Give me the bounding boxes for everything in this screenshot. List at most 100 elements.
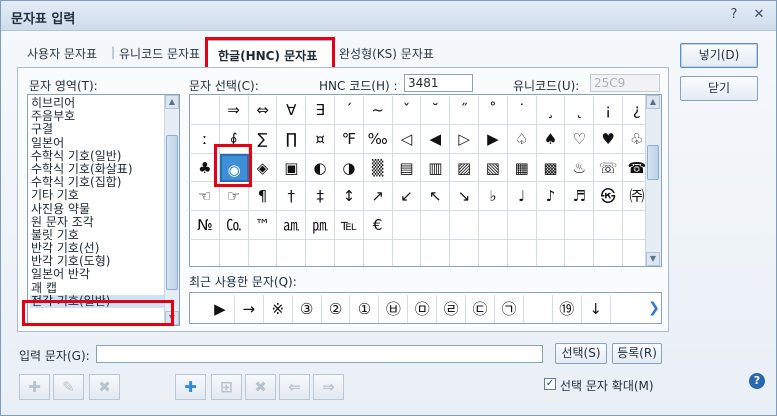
- scroll-up-icon[interactable]: ▲: [165, 95, 179, 109]
- symbol-cell[interactable]: ∃: [306, 96, 335, 125]
- symbol-cell[interactable]: [479, 211, 508, 240]
- recent-char-cell[interactable]: ①: [351, 295, 380, 323]
- symbol-cell[interactable]: ♠: [536, 124, 566, 154]
- scroll-down-icon[interactable]: ▼: [646, 252, 660, 266]
- area-list-scrollbar[interactable]: ▲ ▼: [164, 95, 179, 325]
- symbol-cell[interactable]: [565, 211, 595, 240]
- close-icon[interactable]: ✕: [751, 7, 767, 23]
- area-list-item[interactable]: 일본어 반각: [30, 268, 164, 281]
- tab-unicode-charmap[interactable]: 유니코드 문자표: [119, 45, 200, 62]
- symbol-cell[interactable]: ∀: [277, 96, 307, 125]
- symbol-cell[interactable]: ◈: [248, 153, 278, 183]
- symbol-cell[interactable]: ↙: [392, 182, 422, 212]
- insert-button[interactable]: 넣기(D): [680, 43, 758, 68]
- symbol-cell[interactable]: [507, 211, 537, 240]
- recent-char-cell[interactable]: ▶: [206, 295, 235, 323]
- symbol-cell[interactable]: [306, 240, 335, 266]
- symbol-cell[interactable]: ˙: [507, 96, 537, 125]
- scroll-thumb[interactable]: [166, 135, 178, 290]
- recent-char-cell[interactable]: ②: [322, 295, 351, 323]
- symbol-cell[interactable]: ♥: [594, 124, 623, 154]
- symbol-cell[interactable]: [421, 211, 451, 240]
- expand-checkbox[interactable]: ✓: [544, 378, 556, 390]
- symbol-cell[interactable]: ㏇: [219, 211, 249, 240]
- scroll-up-icon[interactable]: ▲: [646, 95, 660, 109]
- symbol-cell[interactable]: ∑: [248, 124, 278, 154]
- symbol-cell[interactable]: [249, 240, 278, 266]
- add-icon[interactable]: ✚: [175, 374, 206, 400]
- symbol-cell[interactable]: ˇ: [392, 96, 422, 125]
- symbol-cell[interactable]: ♩: [507, 182, 537, 212]
- input-chars-field[interactable]: [96, 345, 543, 363]
- symbol-cell[interactable]: ◑: [335, 153, 364, 183]
- recent-char-cell[interactable]: ③: [293, 295, 322, 323]
- symbol-cell[interactable]: ↖: [421, 182, 451, 212]
- register-button[interactable]: 등록(R): [612, 343, 662, 364]
- symbol-cell[interactable]: [393, 240, 422, 266]
- remove-char-icon[interactable]: ✖: [89, 374, 120, 400]
- symbol-cell[interactable]: ‡: [306, 182, 335, 212]
- symbol-cell[interactable]: ♡: [565, 124, 595, 154]
- symbol-cell[interactable]: ▨: [450, 153, 479, 183]
- symbol-cell[interactable]: ♪: [536, 182, 566, 212]
- symbol-cell[interactable]: ¸: [536, 96, 566, 125]
- scroll-thumb[interactable]: [647, 145, 659, 180]
- right-arrow-icon[interactable]: ⇒: [313, 374, 344, 400]
- add-char-icon[interactable]: ✚: [19, 374, 50, 400]
- recent-char-cell[interactable]: ⑲: [553, 295, 582, 323]
- symbol-cell[interactable]: [565, 240, 595, 266]
- symbol-cell[interactable]: ˚: [479, 96, 508, 125]
- symbol-cell[interactable]: ▶: [479, 124, 508, 154]
- recent-char-cell[interactable]: ↓: [582, 295, 611, 323]
- symbol-cell[interactable]: ↘: [450, 182, 479, 212]
- recent-char-cell[interactable]: ㉠: [495, 295, 524, 323]
- symbol-cell[interactable]: ↕: [335, 182, 364, 212]
- symbol-cell[interactable]: ¶: [248, 182, 278, 212]
- symbol-grid[interactable]: ⇒ ⇔ ∀ ∃ ´ ~ ˇ ˘ ˝ ˚ ˙ ¸ ˛ ¡ ¿ ː ∮ ∑ ∏ ¤ ℉ ‰ ◁ ◀ ▷ ▶ ♤ ♠ ♡ ♥ ♧ ♣ ◉ ◈ ▣ ◐ ◑ ▒ ▤ ▥…: [189, 94, 662, 267]
- symbol-cell[interactable]: [479, 240, 508, 266]
- recent-char-cell[interactable]: [524, 295, 553, 323]
- symbol-cell[interactable]: ℉: [335, 124, 364, 154]
- symbol-cell[interactable]: ⇔: [248, 96, 278, 125]
- area-list-item[interactable]: 일본어: [30, 136, 164, 150]
- symbol-cell[interactable]: [392, 211, 422, 240]
- recent-char-cell[interactable]: ㉥: [379, 295, 409, 323]
- recent-char-cell[interactable]: ㉣: [437, 295, 467, 323]
- insert-icon[interactable]: ⊞: [211, 374, 242, 400]
- symbol-cell[interactable]: ◐: [306, 153, 335, 183]
- tab-ks-charmap[interactable]: 완성형(KS) 문자표: [339, 45, 434, 62]
- symbol-cell[interactable]: ˛: [565, 96, 595, 125]
- grid-scrollbar[interactable]: ▲ ▼: [645, 95, 661, 266]
- symbol-cell[interactable]: [421, 240, 451, 266]
- symbol-cell[interactable]: ˝: [450, 96, 479, 125]
- symbol-cell[interactable]: [191, 96, 220, 125]
- close-button[interactable]: 닫기: [680, 76, 758, 101]
- recent-char-cell[interactable]: →: [235, 295, 264, 323]
- symbol-cell[interactable]: ∏: [277, 124, 307, 154]
- symbol-cell[interactable]: ▤: [392, 153, 422, 183]
- delete-icon[interactable]: ✖: [245, 374, 276, 400]
- symbol-cell[interactable]: ㏘: [306, 211, 335, 240]
- recent-char-cell[interactable]: ※: [264, 295, 293, 323]
- symbol-cell[interactable]: ‰: [363, 124, 393, 154]
- symbol-cell[interactable]: [536, 211, 566, 240]
- symbol-cell[interactable]: ▥: [421, 153, 451, 183]
- symbol-cell[interactable]: ⇒: [219, 96, 249, 125]
- symbol-cell[interactable]: ~: [363, 96, 393, 125]
- area-list-item[interactable]: 원 문자 조각: [30, 215, 164, 229]
- chevron-right-icon[interactable]: ❯: [647, 293, 661, 323]
- recent-char-cell[interactable]: ㉤: [408, 295, 438, 323]
- hnc-code-field[interactable]: 3481: [404, 74, 473, 92]
- symbol-cell[interactable]: [277, 240, 307, 266]
- symbol-cell[interactable]: [220, 240, 249, 266]
- symbol-cell[interactable]: ♭: [479, 182, 508, 212]
- symbol-cell[interactable]: ▧: [479, 153, 508, 183]
- symbol-cell[interactable]: €: [363, 211, 393, 240]
- symbol-cell[interactable]: ♨: [565, 153, 595, 183]
- symbol-cell[interactable]: [594, 240, 623, 266]
- symbol-cell[interactable]: ´: [335, 96, 364, 125]
- symbol-cell[interactable]: ¡: [594, 96, 623, 125]
- left-arrow-icon[interactable]: ⇐: [279, 374, 310, 400]
- symbol-cell[interactable]: ◀: [421, 124, 451, 154]
- symbol-cell[interactable]: ℡: [335, 211, 364, 240]
